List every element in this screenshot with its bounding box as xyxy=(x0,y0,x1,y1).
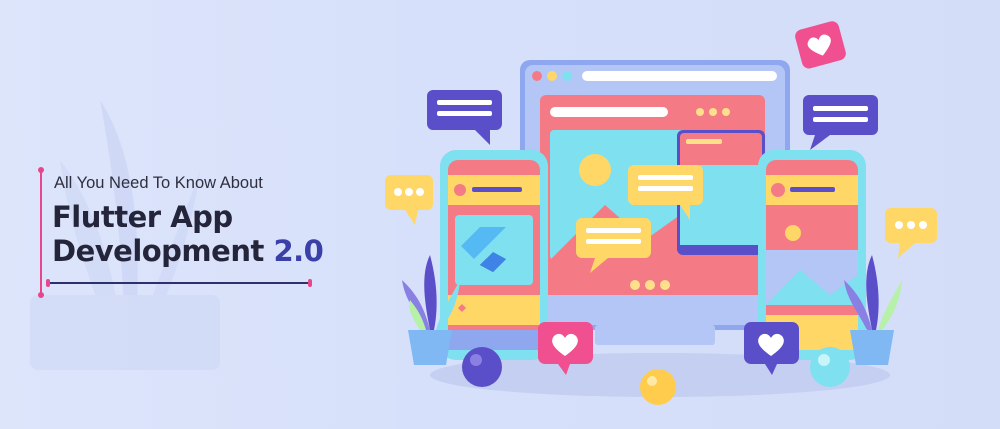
app-devices-illustration xyxy=(385,21,937,405)
decorative-underline xyxy=(48,282,310,284)
heart-icon xyxy=(795,21,846,69)
headline-block: All You Need To Know About Flutter App D… xyxy=(38,167,330,300)
chat-bubble-icon xyxy=(803,95,878,150)
underline-cap xyxy=(46,279,50,287)
subtitle: All You Need To Know About xyxy=(54,174,263,192)
chat-bubble-icon xyxy=(427,90,502,145)
title-word-development: Development xyxy=(52,234,264,268)
typing-bubble-icon xyxy=(385,175,433,225)
line-cap xyxy=(38,167,44,173)
sphere-icon xyxy=(810,347,850,387)
line-cap xyxy=(38,292,44,298)
title-line-2: Development 2.0 xyxy=(52,234,324,268)
typing-bubble-icon xyxy=(885,208,937,258)
sphere-icon xyxy=(640,369,676,405)
avatar-icon xyxy=(771,183,785,197)
decorative-vertical-line xyxy=(38,167,44,298)
underline-cap xyxy=(308,279,312,287)
title-version: 2.0 xyxy=(273,234,324,268)
sphere-icon xyxy=(462,347,502,387)
hero-banner: All You Need To Know About Flutter App D… xyxy=(0,0,1000,429)
phone-left xyxy=(440,150,548,360)
title-line-1: Flutter App xyxy=(52,200,233,234)
page-title: Flutter App Development 2.0 xyxy=(52,200,324,268)
sun-icon xyxy=(579,154,611,186)
